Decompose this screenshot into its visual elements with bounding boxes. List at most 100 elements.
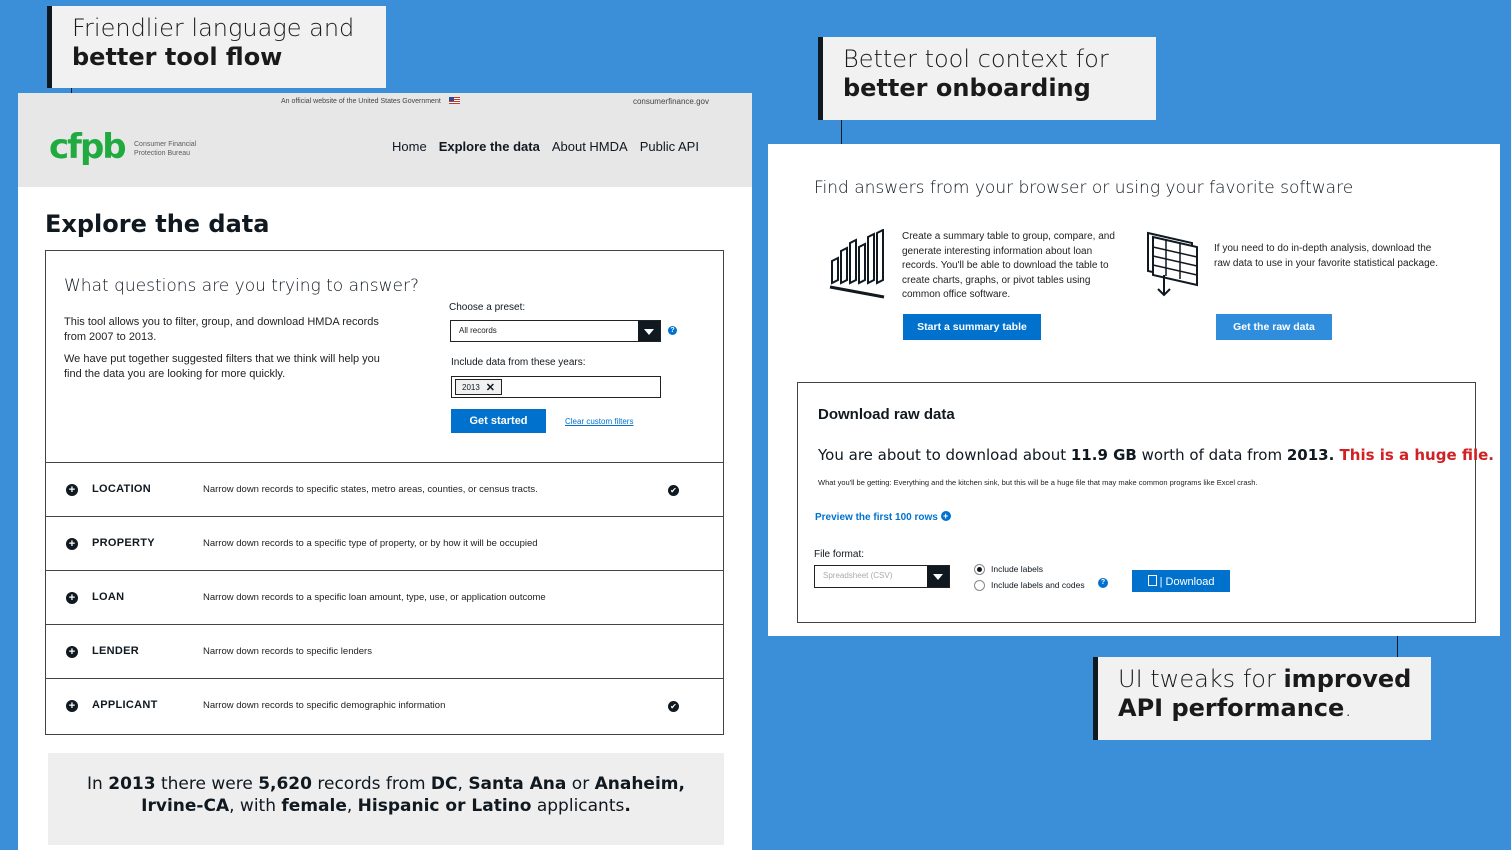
download-box: Download raw data You are about to downl… [797, 382, 1494, 623]
filter-desc: Narrow down records to specific lenders [203, 646, 372, 657]
radio-label: Include labels and codes [991, 580, 1085, 590]
filter-name: PROPERTY [92, 537, 155, 549]
radio-include-labels-codes[interactable] [974, 580, 985, 591]
filter-desc: Narrow down records to specific states, … [203, 484, 538, 495]
cfpb-logo[interactable]: cfpb [49, 127, 127, 167]
preset-value: All records [459, 326, 497, 335]
year-tag: 2013 ✕ [455, 379, 503, 395]
filter-desc: Narrow down records to a specific type o… [203, 538, 538, 549]
site-header: An official website of the United States… [18, 93, 752, 187]
official-banner: An official website of the United States… [281, 97, 460, 105]
spreadsheet-download-icon [1147, 231, 1198, 297]
check-icon: ✔ [668, 701, 679, 712]
filter-row-lender[interactable]: + LENDER Narrow down records to specific… [46, 624, 723, 678]
nav-home[interactable]: Home [392, 139, 427, 154]
onboarding-title: Find answers from your browser or using … [814, 178, 1354, 198]
summary-text: or [566, 774, 595, 794]
summary-end: . [624, 796, 631, 816]
raw-data-description: If you need to do in-depth analysis, dow… [1214, 243, 1439, 269]
domain-link[interactable]: consumerfinance.gov [633, 97, 709, 106]
filter-row-property[interactable]: + PROPERTY Narrow down records to a spec… [46, 516, 723, 570]
summary-location: DC [430, 774, 458, 794]
radio-label: Include labels [991, 564, 1043, 574]
nav-public-api[interactable]: Public API [640, 139, 699, 154]
intro-text: We have put together suggested filters t… [64, 353, 380, 380]
summary-text: applicants [531, 796, 625, 816]
summary-text: , [346, 796, 358, 816]
callout-text: Better tool context for [843, 45, 1109, 73]
callout-text: UI tweaks for [1118, 665, 1284, 693]
download-size: 11.9 GB [1070, 446, 1137, 464]
year-tag-label: 2013 [462, 382, 480, 392]
chevron-down-icon [638, 321, 660, 341]
summary-location: Anaheim, [594, 774, 685, 794]
filter-desc: Narrow down records to specific demograp… [203, 700, 446, 711]
official-text: An official website of the United States… [281, 98, 441, 105]
file-format-label: File format: [814, 549, 865, 560]
clear-filters-link[interactable]: Clear custom filters [565, 417, 633, 426]
callout-tool-flow: Friendlier language and better tool flow [47, 6, 386, 88]
plus-icon: + [66, 538, 78, 550]
plus-icon: + [66, 700, 78, 712]
file-format-value: Spreadsheet (CSV) [823, 571, 893, 580]
years-label: Include data from these years: [451, 357, 586, 368]
download-year: 2013. [1286, 446, 1335, 464]
nav-about-hmda[interactable]: About HMDA [552, 139, 628, 154]
summary-text: records from [311, 774, 431, 794]
summary-table-description: Create a summary table to group, compare… [902, 231, 1115, 300]
explore-panel: An official website of the United States… [18, 93, 752, 850]
plus-icon: + [66, 484, 78, 496]
help-icon[interactable]: ? [1098, 578, 1108, 588]
callout-end: . [1344, 694, 1352, 722]
summary-text: there were [155, 774, 259, 794]
filter-name: LOCATION [92, 483, 152, 495]
callout-text: Friendlier language and [72, 14, 355, 42]
callout-bold-text: better onboarding [843, 74, 1091, 102]
radio-include-labels[interactable] [974, 564, 985, 575]
summary-text: , with [229, 796, 282, 816]
download-title: Download raw data [818, 406, 955, 423]
get-started-button[interactable]: Get started [451, 409, 546, 433]
close-icon[interactable]: ✕ [486, 381, 495, 394]
download-label: | Download [1159, 575, 1215, 588]
main-nav: Home Explore the data About HMDA Public … [392, 139, 699, 154]
preview-rows-link[interactable]: Preview the first 100 rows + [815, 511, 951, 523]
download-warning: This is a huge file. [1334, 446, 1494, 464]
filter-row-location[interactable]: + LOCATION Narrow down records to specif… [46, 462, 723, 516]
nav-explore-data[interactable]: Explore the data [439, 139, 540, 154]
plus-icon: + [66, 646, 78, 658]
help-icon[interactable]: ? [668, 326, 677, 335]
page-title: Explore the data [45, 210, 270, 238]
check-icon: ✔ [668, 485, 679, 496]
callout-api: UI tweaks for improved API performance. [1093, 657, 1431, 740]
filter-row-applicant[interactable]: + APPLICANT Narrow down records to speci… [46, 678, 723, 732]
preset-select[interactable]: All records [450, 320, 661, 342]
callout-onboarding: Better tool context for better onboardin… [818, 37, 1156, 120]
question-heading: What questions are you trying to answer? [64, 276, 420, 296]
bar-chart-icon [829, 229, 885, 299]
start-summary-table-button[interactable]: Start a summary table [903, 314, 1041, 340]
us-flag-icon [448, 97, 460, 104]
download-text: worth of data from [1136, 446, 1287, 464]
preset-label: Choose a preset: [449, 302, 526, 313]
plus-icon: + [66, 592, 78, 604]
get-raw-data-button[interactable]: Get the raw data [1216, 314, 1332, 340]
results-summary: In 2013 there were 5,620 records from DC… [48, 753, 724, 845]
years-input[interactable]: 2013 ✕ [451, 376, 661, 398]
download-button[interactable]: | Download [1132, 570, 1230, 592]
summary-location: Santa Ana [468, 774, 567, 794]
plus-circle-icon: + [940, 511, 951, 521]
file-format-select[interactable]: Spreadsheet (CSV) [814, 565, 950, 588]
summary-text: , [457, 774, 469, 794]
filter-name: LOAN [92, 591, 125, 603]
chevron-down-icon [927, 566, 949, 587]
summary-gender: female [281, 796, 347, 816]
summary-location: Irvine-CA [141, 796, 230, 816]
download-note: What you'll be getting: Everything and t… [818, 478, 1258, 487]
filter-row-loan[interactable]: + LOAN Narrow down records to a specific… [46, 570, 723, 624]
file-download-icon [1147, 574, 1157, 586]
summary-text: In [87, 774, 109, 794]
intro-text: This tool allows you to filter, group, a… [64, 316, 379, 343]
callout-bold-text: better tool flow [72, 43, 283, 71]
summary-ethnicity: Hispanic or Latino [357, 796, 532, 816]
